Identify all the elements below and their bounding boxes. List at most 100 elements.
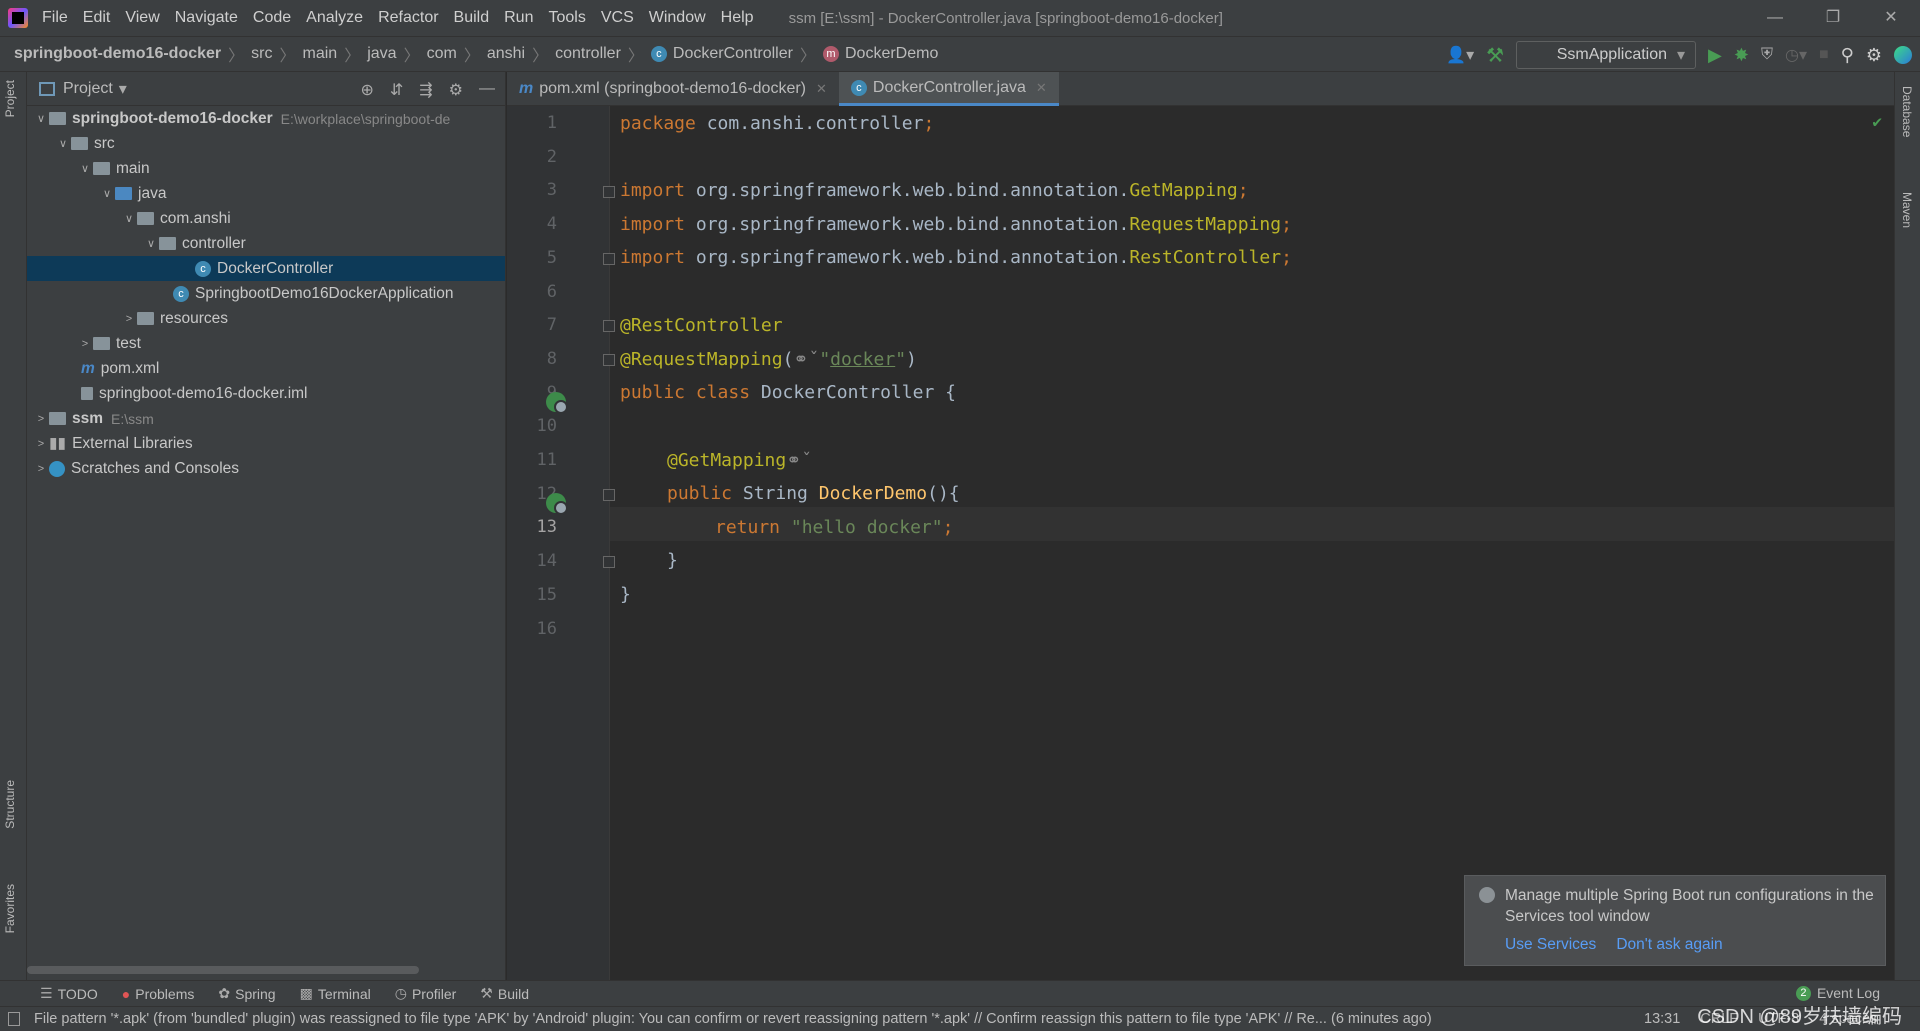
fold-marker[interactable] [603,354,615,366]
tree-item-iml[interactable]: springboot-demo16-docker.iml [27,381,505,406]
menu-analyze[interactable]: Analyze [306,9,363,27]
code-editor[interactable]: 12345678910111213141516 ✔ package com.an… [507,106,1894,980]
use-services-link[interactable]: Use Services [1505,936,1596,954]
project-tool-button[interactable]: Project [3,80,17,117]
menu-run[interactable]: Run [504,9,533,27]
locate-icon[interactable]: ⊕ [360,80,373,100]
tree-item-external-libraries[interactable]: > ▮▮ External Libraries [27,431,505,456]
settings-gear-icon[interactable]: ⚙ [1866,45,1882,66]
gear-icon[interactable]: ⚙ [449,80,463,100]
maven-tool-button[interactable]: Maven [1900,192,1914,228]
inspection-ok-icon[interactable]: ✔ [1872,112,1882,131]
tree-item-com-anshi[interactable]: ∨ com.anshi [27,206,505,231]
horizontal-scrollbar[interactable] [27,966,419,974]
status-message[interactable]: File pattern '*.apk' (from 'bundled' plu… [34,1011,1614,1027]
tree-item-application[interactable]: c SpringbootDemo16DockerApplication [27,281,505,306]
tree-item-dockercontroller[interactable]: c DockerController [27,256,505,281]
tree-item-java[interactable]: ∨ java [27,181,505,206]
tree-item-pom[interactable]: m pom.xml [27,356,505,381]
minimize-icon[interactable]: — [1746,0,1804,36]
search-icon[interactable]: ⚲ [1841,45,1854,66]
menu-view[interactable]: View [125,9,159,27]
menu-tools[interactable]: Tools [548,9,585,27]
structure-tool-button[interactable]: Structure [3,780,17,829]
profile-icon[interactable]: ◷▾ [1785,45,1807,65]
problems-tool-button[interactable]: ● Problems [122,986,195,1002]
breadcrumb-project[interactable]: springboot-demo16-docker [14,45,221,63]
build-tool-button[interactable]: ⚒ Build [480,985,529,1002]
breadcrumb-main[interactable]: main [303,45,338,63]
spring-endpoint-gutter-icon[interactable] [546,493,568,515]
line-number: 15 [536,584,557,605]
editor-tabs: m pom.xml (springboot-demo16-docker) ✕ c Do… [507,72,1894,106]
tree-item-project-root[interactable]: ∨ springboot-demo16-docker E:\workplace\sp… [27,106,505,131]
restore-icon[interactable]: ❐ [1804,0,1862,36]
menu-refactor[interactable]: Refactor [378,9,438,27]
collapse-all-icon[interactable]: ⇶ [419,80,432,100]
menu-window[interactable]: Window [649,9,706,27]
tree-item-ssm[interactable]: > ssm E:\ssm [27,406,505,431]
toolbox-icon[interactable] [1894,46,1912,64]
close-icon[interactable]: ✕ [1862,0,1920,36]
spring-bean-gutter-icon[interactable] [546,392,568,414]
hide-icon[interactable]: — [479,80,495,100]
project-view-select[interactable]: Project [63,80,113,98]
tree-item-resources[interactable]: > resources [27,306,505,331]
line-number: 3 [546,180,557,201]
menu-build[interactable]: Build [454,9,490,27]
profiler-tool-button[interactable]: ◷ Profiler [395,985,457,1002]
event-log-button[interactable]: 2 Event Log [1795,985,1880,1001]
code-line-14: } [667,550,678,571]
tab-pom-xml[interactable]: m pom.xml (springboot-demo16-docker) ✕ [507,72,839,106]
tree-label: src [94,134,115,152]
toggle-tool-windows-icon[interactable] [8,1012,20,1026]
line-number: 2 [546,146,557,167]
todo-tool-button[interactable]: ☰ TODO [40,985,98,1002]
menu-file[interactable]: File [42,9,68,27]
vcs-user-icon[interactable]: 👤▾ [1446,45,1474,65]
run-config-select[interactable]: SsmApplication ▾ [1516,41,1697,69]
dont-ask-again-link[interactable]: Don't ask again [1616,936,1722,954]
tree-item-scratches[interactable]: > Scratches and Consoles [27,456,505,481]
tool-window-bar: ☰ TODO ● Problems ✿ Spring ▩ Terminal ◷ Profi… [0,980,1920,1006]
tree-item-main[interactable]: ∨ main [27,156,505,181]
breadcrumb-anshi[interactable]: anshi [487,45,525,63]
fold-marker[interactable] [603,320,615,332]
build-hammer-icon[interactable]: ⚒ [1486,43,1504,68]
fold-marker[interactable] [603,489,615,501]
profiler-icon: ◷ [394,985,407,1001]
expand-all-icon[interactable]: ⇵ [390,80,403,100]
caret-position[interactable]: 13:31 [1644,1011,1680,1027]
menu-code[interactable]: Code [253,9,291,27]
class-icon: c [650,46,667,62]
close-tab-icon[interactable]: ✕ [816,81,827,97]
fold-marker[interactable] [603,186,615,198]
breadcrumb-java[interactable]: java [367,45,396,63]
tree-label: Scratches and Consoles [71,459,240,477]
favorites-tool-button[interactable]: Favorites [3,884,17,933]
status-bar: File pattern '*.apk' (from 'bundled' plu… [0,1006,1920,1031]
tree-item-src[interactable]: ∨ src [27,131,505,156]
breadcrumb-src[interactable]: src [251,45,272,63]
debug-icon[interactable]: ✸ [1734,45,1749,66]
breadcrumb-class[interactable]: DockerController [673,45,793,63]
tree-item-controller[interactable]: ∨ controller [27,231,505,256]
tab-dockercontroller[interactable]: c DockerController.java ✕ [838,72,1059,106]
database-tool-button[interactable]: Database [1900,86,1914,137]
fold-marker[interactable] [603,556,615,568]
run-icon[interactable]: ▶ [1708,45,1722,66]
close-tab-icon[interactable]: ✕ [1036,80,1047,96]
coverage-icon[interactable]: ⛨ [1761,46,1773,64]
fold-marker[interactable] [603,253,615,265]
stop-icon[interactable]: ■ [1819,46,1829,64]
tree-item-test[interactable]: > test [27,331,505,356]
menu-navigate[interactable]: Navigate [175,9,238,27]
terminal-tool-button[interactable]: ▩ Terminal [300,985,371,1002]
breadcrumb-com[interactable]: com [427,45,457,63]
breadcrumb-method[interactable]: DockerDemo [845,45,938,63]
menu-edit[interactable]: Edit [83,9,111,27]
menu-help[interactable]: Help [721,9,754,27]
spring-tool-button[interactable]: ✿ Spring [218,985,275,1002]
menu-vcs[interactable]: VCS [601,9,634,27]
breadcrumb-controller[interactable]: controller [555,45,621,63]
